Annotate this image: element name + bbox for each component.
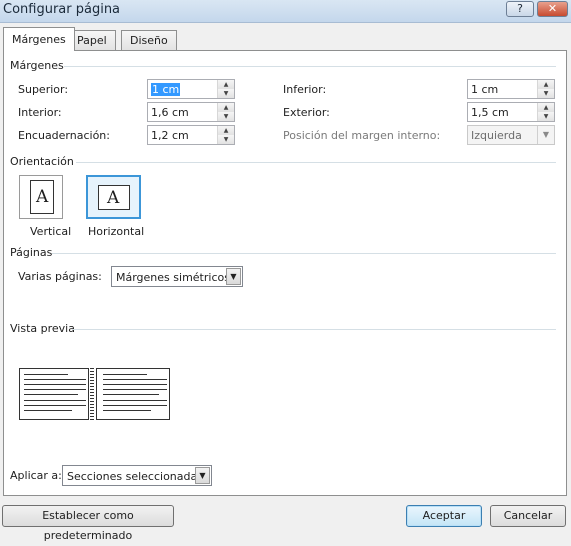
chevron-down-icon[interactable]: ▼ <box>226 268 241 285</box>
encuadernacion-spinner[interactable]: 1,2 cm ▲ ▼ <box>147 125 235 145</box>
preview-divider <box>72 329 556 330</box>
tab-diseno[interactable]: Diseño <box>121 30 177 50</box>
exterior-down-icon[interactable]: ▼ <box>538 112 554 121</box>
exterior-spinner[interactable]: 1,5 cm ▲ ▼ <box>467 102 555 122</box>
multiple-pages-value: Márgenes simétricos <box>116 271 230 284</box>
vertical-label: Vertical <box>30 225 72 238</box>
encuadernacion-value[interactable]: 1,2 cm <box>151 129 189 142</box>
interior-down-icon[interactable]: ▼ <box>218 112 234 121</box>
pages-divider <box>52 253 556 254</box>
set-default-button[interactable]: Establecer como predeterminado <box>2 505 174 542</box>
superior-label: Superior: <box>18 83 69 96</box>
close-button[interactable]: ✕ <box>537 1 568 17</box>
margins-section-label: Márgenes <box>10 59 64 72</box>
apply-value: Secciones seleccionadas <box>67 470 203 483</box>
inferior-label: Inferior: <box>283 83 327 96</box>
preview-left-page <box>19 368 89 420</box>
multiple-pages-select[interactable]: Márgenes simétricos ▼ <box>111 266 243 287</box>
preview-right-page <box>96 368 170 420</box>
pages-section-label: Páginas <box>10 246 53 259</box>
posicion-value: Izquierda <box>471 129 522 142</box>
orientation-divider <box>76 162 556 163</box>
preview-section-label: Vista previa <box>10 322 75 335</box>
accept-button[interactable]: Aceptar <box>406 505 482 527</box>
horizontal-orientation-button[interactable]: A <box>86 175 141 219</box>
margins-divider <box>64 66 556 67</box>
orientation-section-label: Orientación <box>10 155 74 168</box>
interior-value[interactable]: 1,6 cm <box>151 106 189 119</box>
interior-spinner[interactable]: 1,6 cm ▲ ▼ <box>147 102 235 122</box>
inferior-spinner[interactable]: 1 cm ▲ ▼ <box>467 79 555 99</box>
chevron-down-icon[interactable]: ▼ <box>195 467 210 484</box>
cancel-button[interactable]: Cancelar <box>490 505 566 527</box>
horizontal-label: Horizontal <box>88 225 145 238</box>
chevron-down-icon[interactable]: ▼ <box>538 126 554 144</box>
superior-value[interactable]: 1 cm <box>151 83 181 96</box>
vertical-orientation-button[interactable]: A <box>19 175 63 219</box>
landscape-page-icon: A <box>98 185 130 210</box>
apply-label: Aplicar a: <box>10 469 62 482</box>
multiple-pages-label: Varias páginas: <box>18 270 102 283</box>
inferior-value[interactable]: 1 cm <box>471 83 498 96</box>
title-bar: Configurar página ? ✕ <box>0 0 571 23</box>
apply-select[interactable]: Secciones seleccionadas ▼ <box>62 465 212 486</box>
posicion-label: Posición del margen interno: <box>283 129 441 142</box>
exterior-label: Exterior: <box>283 106 330 119</box>
superior-down-icon[interactable]: ▼ <box>218 89 234 98</box>
encuadernacion-label: Encuadernación: <box>18 129 110 142</box>
tab-margenes[interactable]: Márgenes <box>3 27 75 51</box>
tab-papel[interactable]: Papel <box>68 30 116 50</box>
exterior-value[interactable]: 1,5 cm <box>471 106 509 119</box>
window-title: Configurar página <box>3 2 121 17</box>
portrait-page-icon: A <box>30 180 54 214</box>
binding-gutter <box>90 368 94 420</box>
inferior-down-icon[interactable]: ▼ <box>538 89 554 98</box>
help-button[interactable]: ? <box>506 1 534 17</box>
encuadernacion-down-icon[interactable]: ▼ <box>218 135 234 144</box>
posicion-select[interactable]: Izquierda ▼ <box>467 125 555 145</box>
superior-spinner[interactable]: 1 cm ▲ ▼ <box>147 79 235 99</box>
interior-label: Interior: <box>18 106 62 119</box>
